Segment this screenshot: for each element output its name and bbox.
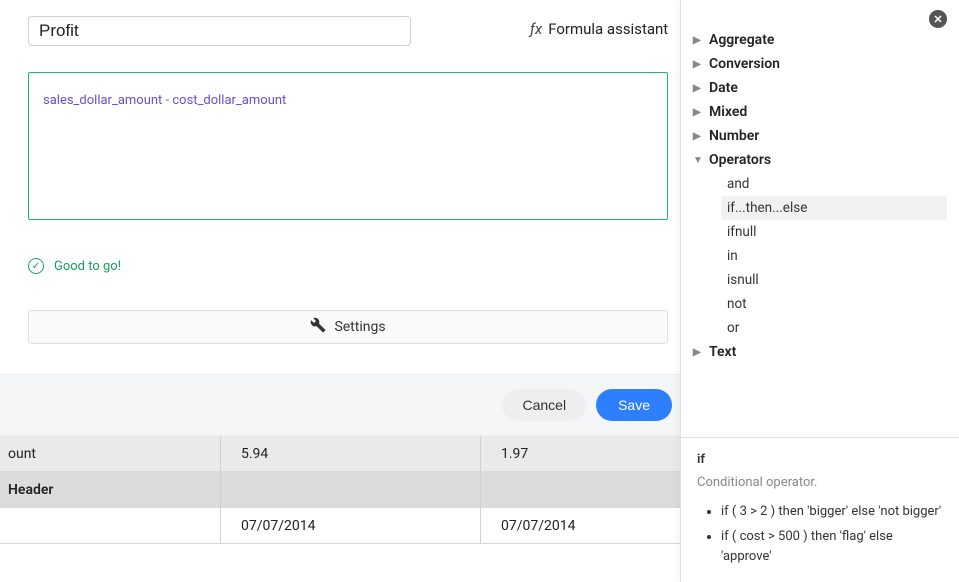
table-cell — [480, 472, 680, 507]
category-label: Date — [709, 80, 738, 96]
help-examples: if ( 3 > 2 ) then 'bigger' else 'not big… — [697, 502, 944, 567]
chevron-right-icon: ▶ — [693, 35, 703, 46]
category-conversion[interactable]: ▶ Conversion — [693, 52, 947, 76]
chevron-right-icon: ▶ — [693, 131, 703, 142]
formula-name-input[interactable] — [28, 16, 411, 46]
category-label: Aggregate — [709, 32, 774, 48]
close-icon[interactable]: ✕ — [929, 10, 947, 28]
category-date[interactable]: ▶ Date — [693, 76, 947, 100]
status-text: Good to go! — [54, 259, 121, 274]
help-description: Conditional operator. — [697, 475, 944, 490]
formula-assistant-header: ƒx Formula assistant — [530, 20, 668, 38]
table-preview: ount 5.94 1.97 Header 07/07/2014 07/07/2… — [0, 436, 680, 544]
category-label: Operators — [709, 152, 771, 168]
operators-sublist: and if...then...else ifnull in isnull no… — [693, 172, 947, 340]
operator-and[interactable]: and — [721, 172, 947, 196]
table-cell: Header — [0, 482, 220, 498]
table-row: ount 5.94 1.97 — [0, 436, 680, 472]
category-mixed[interactable]: ▶ Mixed — [693, 100, 947, 124]
footer-bar: Cancel Save — [0, 374, 680, 436]
chevron-right-icon: ▶ — [693, 347, 703, 358]
operator-in[interactable]: in — [721, 244, 947, 268]
formula-assistant-panel: ✕ ▶ Aggregate ▶ Conversion ▶ Date ▶ Mixe… — [680, 0, 959, 582]
category-aggregate[interactable]: ▶ Aggregate — [693, 28, 947, 52]
help-title: if — [697, 452, 944, 467]
category-label: Mixed — [709, 104, 747, 120]
operator-ifnull[interactable]: ifnull — [721, 220, 947, 244]
chevron-right-icon: ▶ — [693, 83, 703, 94]
help-example: if ( 3 > 2 ) then 'bigger' else 'not big… — [721, 502, 944, 522]
main-area: ƒx Formula assistant sales_dollar_amount… — [0, 0, 680, 582]
category-label: Number — [709, 128, 759, 144]
table-row: Header — [0, 472, 680, 508]
table-cell: ount — [0, 446, 220, 462]
category-list: ▶ Aggregate ▶ Conversion ▶ Date ▶ Mixed … — [681, 0, 959, 364]
table-cell: 1.97 — [480, 436, 680, 471]
fx-icon: ƒx — [530, 20, 542, 38]
check-icon: ✓ — [28, 258, 44, 274]
category-label: Text — [709, 344, 736, 360]
category-operators[interactable]: ▼ Operators — [693, 148, 947, 172]
chevron-down-icon: ▼ — [693, 155, 703, 166]
category-text[interactable]: ▶ Text — [693, 340, 947, 364]
operator-isnull[interactable]: isnull — [721, 268, 947, 292]
formula-editor[interactable]: sales_dollar_amount - cost_dollar_amount — [28, 72, 668, 220]
formula-assistant-label: Formula assistant — [548, 20, 668, 38]
operator-if-then-else[interactable]: if...then...else — [721, 196, 947, 220]
chevron-right-icon: ▶ — [693, 59, 703, 70]
chevron-right-icon: ▶ — [693, 107, 703, 118]
table-cell — [220, 472, 480, 507]
help-panel: if Conditional operator. if ( 3 > 2 ) th… — [681, 437, 959, 582]
category-label: Conversion — [709, 56, 780, 72]
wrench-icon — [310, 317, 326, 337]
category-number[interactable]: ▶ Number — [693, 124, 947, 148]
help-example: if ( cost > 500 ) then 'flag' else 'appr… — [721, 527, 944, 566]
settings-label: Settings — [334, 319, 385, 335]
settings-button[interactable]: Settings — [28, 310, 668, 344]
table-row: 07/07/2014 07/07/2014 — [0, 508, 680, 544]
table-cell: 07/07/2014 — [220, 508, 480, 543]
table-cell: 07/07/2014 — [480, 508, 680, 543]
save-button[interactable]: Save — [596, 389, 672, 421]
cancel-button[interactable]: Cancel — [502, 389, 586, 421]
status-row: ✓ Good to go! — [28, 258, 121, 274]
operator-not[interactable]: not — [721, 292, 947, 316]
operator-or[interactable]: or — [721, 316, 947, 340]
formula-text: sales_dollar_amount - cost_dollar_amount — [43, 93, 286, 108]
table-cell: 5.94 — [220, 436, 480, 471]
